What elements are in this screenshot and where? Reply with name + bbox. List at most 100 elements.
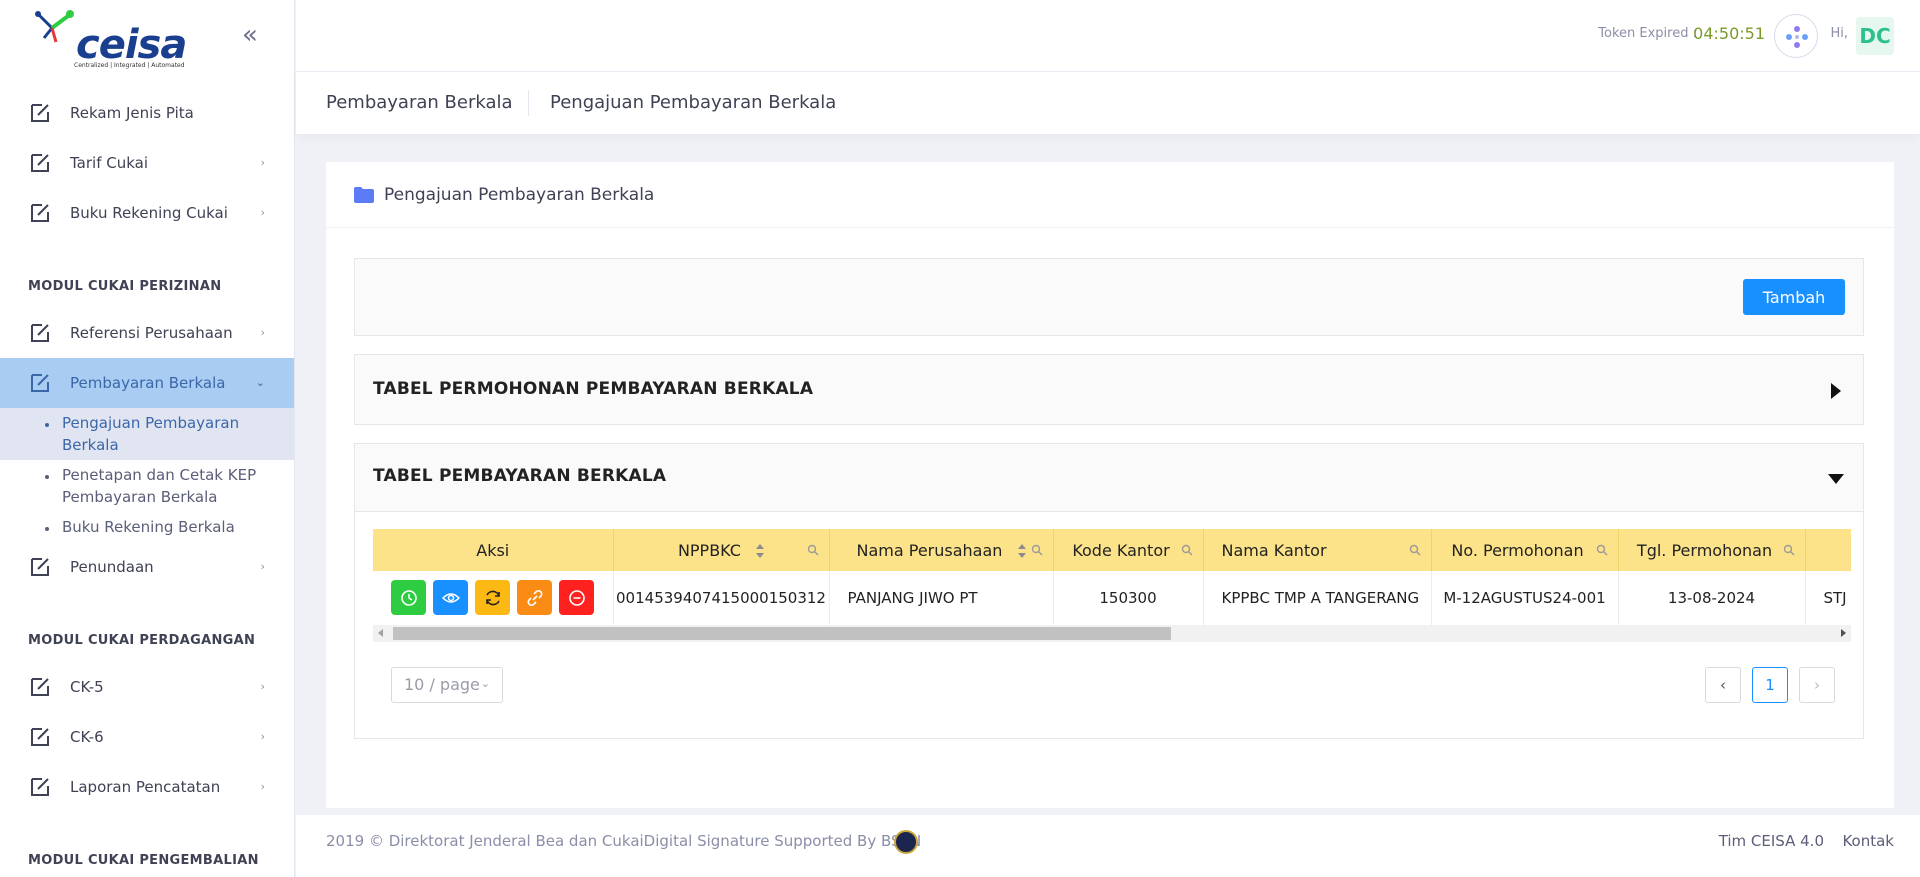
add-button[interactable]: Tambah (1743, 279, 1845, 315)
page-title: Pengajuan Pembayaran Berkala (384, 184, 655, 205)
sort-icon[interactable] (1017, 544, 1026, 558)
search-icon[interactable] (1596, 544, 1608, 556)
sidebar-subitem-buku-rekening[interactable]: Buku Rekening Berkala (0, 512, 294, 542)
scroll-right-icon[interactable] (1841, 629, 1846, 637)
edit-icon (31, 558, 49, 576)
scroll-left-icon[interactable] (378, 629, 383, 637)
search-icon[interactable] (807, 544, 819, 556)
scroll-thumb[interactable] (393, 627, 1171, 640)
col-header-nama-kantor[interactable]: Nama Kantor (1203, 529, 1432, 571)
cell-nama-kantor: KPPBC TMP A TANGERANG (1203, 571, 1432, 625)
view-button[interactable] (433, 580, 469, 616)
expand-arrow-icon[interactable] (1831, 383, 1841, 399)
collapse-arrow-icon[interactable] (1828, 474, 1844, 484)
cell-extra: STJ (1805, 571, 1851, 625)
main-card: Pengajuan Pembayaran Berkala Tambah TABE… (326, 162, 1894, 808)
panel-title: TABEL PEMBAYARAN BERKALA (373, 466, 667, 486)
footer-link-team[interactable]: Tim CEISA 4.0 (1719, 832, 1824, 850)
token-expired-countdown: 04:50:51 (1693, 24, 1765, 43)
edit-icon (31, 374, 49, 392)
sidebar-item-label: CK-6 (70, 728, 104, 746)
collapse-sidebar-icon[interactable]: « (242, 22, 266, 48)
link-icon (527, 589, 543, 606)
col-header-tgl-permohonan[interactable]: Tgl. Permohonan (1618, 529, 1806, 571)
footer-link-contact[interactable]: Kontak (1842, 832, 1894, 850)
prev-page-button[interactable]: ‹ (1705, 667, 1741, 703)
clock-icon (400, 589, 417, 606)
chevron-left-icon: ‹ (1720, 676, 1726, 694)
footer-copyright: 2019 © Direktorat Jenderal Bea dan Cukai… (326, 832, 922, 850)
bssn-emblem-icon (894, 830, 918, 854)
cell-kode-kantor: 150300 (1053, 571, 1204, 625)
folder-icon (354, 186, 374, 203)
search-icon[interactable] (1031, 544, 1043, 556)
sidebar-item-buku-rekening-cukai[interactable]: Buku Rekening Cukai › (0, 188, 294, 238)
sidebar-item-penundaan[interactable]: Penundaan › (0, 542, 294, 592)
col-header-label: Kode Kantor (1072, 540, 1170, 560)
sidebar-item-label: Buku Rekening Cukai (70, 204, 228, 222)
sort-icon[interactable] (756, 544, 765, 558)
col-header-label: Aksi (476, 540, 510, 560)
cell-actions (373, 571, 614, 625)
table-header-row: Aksi NPPBKC Nama Perusahaan Kode Kantor … (373, 529, 1851, 571)
panel-tabel-permohonan[interactable]: TABEL PERMOHONAN PEMBAYARAN BERKALA (354, 354, 1864, 425)
panel-body: Aksi NPPBKC Nama Perusahaan Kode Kantor … (355, 511, 1863, 738)
edit-icon (31, 678, 49, 696)
cell-tgl-permohonan: 13-08-2024 (1618, 571, 1806, 625)
col-header-label: NPPBKC (677, 540, 741, 560)
sidebar-item-label: Referensi Perusahaan (70, 324, 233, 342)
diamond-dots-icon (1786, 26, 1808, 48)
horizontal-scrollbar[interactable] (373, 625, 1851, 642)
search-icon[interactable] (1181, 544, 1193, 556)
col-header-no-permohonan[interactable]: No. Permohonan (1431, 529, 1619, 571)
sidebar-item-label: Pembayaran Berkala (70, 374, 226, 392)
col-header-kode-kantor[interactable]: Kode Kantor (1053, 529, 1204, 571)
next-page-button[interactable]: › (1799, 667, 1835, 703)
col-header-label: Nama Perusahaan (856, 540, 1003, 560)
logo-figure-icon (35, 10, 74, 43)
chevron-right-icon: › (260, 680, 265, 693)
col-header-aksi: Aksi (373, 529, 614, 571)
col-header-nppbkc[interactable]: NPPBKC (613, 529, 830, 571)
sidebar-item-rekam-jenis-pita[interactable]: Rekam Jenis Pita (0, 88, 294, 138)
sidebar-item-label: Penundaan (70, 558, 154, 576)
page-size-select[interactable]: 10 / page ⌄ (391, 667, 503, 703)
link-button[interactable] (517, 580, 553, 616)
ceisa-logo[interactable]: ceisa Centralized | Integrated | Automat… (30, 8, 187, 69)
top-bar: Token Expired : 04:50:51 Hi, DC (296, 0, 1920, 72)
edit-icon (31, 324, 49, 342)
app-switcher-button[interactable] (1774, 14, 1818, 58)
sidebar-subitem-penetapan[interactable]: Penetapan dan Cetak KEP Pembayaran Berka… (0, 460, 294, 512)
chevron-right-icon: › (260, 156, 265, 169)
chevron-right-icon: › (1814, 676, 1820, 694)
section-title-perizinan: MODUL CUKAI PERIZINAN (28, 279, 222, 294)
refresh-button[interactable] (475, 580, 511, 616)
breadcrumb-parent[interactable]: Pembayaran Berkala (326, 92, 513, 113)
user-avatar[interactable]: DC (1856, 17, 1894, 55)
col-header-nama-perusahaan[interactable]: Nama Perusahaan (829, 529, 1054, 571)
col-header-label: Tgl. Permohonan (1636, 540, 1773, 560)
sidebar-item-laporan-pencatatan[interactable]: Laporan Pencatatan › (0, 762, 294, 812)
chevron-down-icon: ⌄ (255, 376, 265, 389)
search-icon[interactable] (1409, 544, 1421, 556)
history-button[interactable] (391, 580, 427, 616)
col-header-label: No. Permohonan (1451, 540, 1584, 560)
chevron-right-icon: › (260, 560, 265, 573)
search-icon[interactable] (1783, 544, 1795, 556)
page-number-button[interactable]: 1 (1752, 667, 1788, 703)
cell-no-permohonan: M-12AGUSTUS24-001 (1431, 571, 1619, 625)
sidebar-item-tarif-cukai[interactable]: Tarif Cukai › (0, 138, 294, 188)
greeting-label: Hi, (1830, 26, 1848, 41)
sidebar-item-ck5[interactable]: CK-5 › (0, 662, 294, 712)
sidebar-item-pembayaran-berkala[interactable]: Pembayaran Berkala ⌄ (0, 358, 294, 408)
page-size-value: 10 / page (404, 675, 480, 694)
table-row[interactable]: 0014539407415000150312 PANJANG JIWO PT 1… (373, 571, 1851, 625)
card-header: Pengajuan Pembayaran Berkala (326, 162, 1894, 228)
sidebar-item-referensi-perusahaan[interactable]: Referensi Perusahaan › (0, 308, 294, 358)
logo-tagline: Centralized | Integrated | Automated (74, 62, 185, 69)
remove-button[interactable] (559, 580, 595, 616)
edit-icon (31, 778, 49, 796)
toolbar-panel: Tambah (354, 258, 1864, 336)
sidebar-item-ck6[interactable]: CK-6 › (0, 712, 294, 762)
sidebar-subitem-pengajuan[interactable]: Pengajuan Pembayaran Berkala (0, 408, 294, 460)
